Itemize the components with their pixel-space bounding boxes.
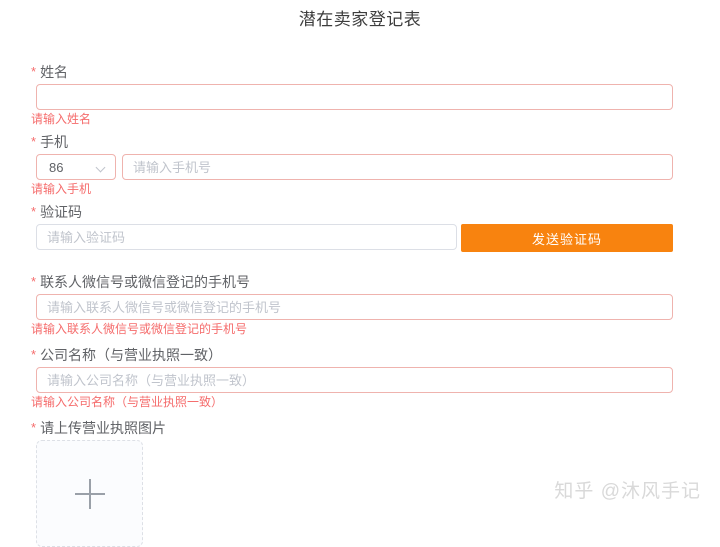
license-label-text: 请上传营业执照图片: [40, 420, 167, 436]
company-input[interactable]: [36, 367, 673, 393]
name-input[interactable]: [36, 84, 673, 110]
company-label-text: 公司名称（与营业执照一致）: [40, 347, 223, 363]
plus-icon: [74, 478, 105, 509]
required-marker: *: [31, 204, 37, 219]
phone-row: 86: [36, 154, 673, 180]
license-label: * 请上传营业执照图片: [31, 420, 673, 436]
country-code-select[interactable]: 86: [36, 154, 116, 180]
company-label: * 公司名称（与营业执照一致）: [31, 347, 673, 363]
wechat-input[interactable]: [36, 294, 673, 320]
name-label: * 姓名: [31, 64, 673, 80]
required-marker: *: [31, 347, 37, 362]
required-marker: *: [31, 64, 37, 79]
code-label-text: 验证码: [40, 204, 83, 220]
page-title: 潜在卖家登记表: [298, 10, 422, 29]
seller-registration-form: * 姓名 请输入姓名 * 手机 86 请输入手机 * 验证码 发送验证码 * 联…: [31, 57, 673, 547]
phone-error: 请输入手机: [31, 182, 92, 196]
phone-input[interactable]: [122, 154, 673, 180]
phone-label: * 手机: [31, 134, 673, 150]
code-label: * 验证码: [31, 204, 673, 220]
company-error: 请输入公司名称（与营业执照一致）: [31, 395, 224, 409]
code-row: 发送验证码: [36, 224, 673, 252]
wechat-label: * 联系人微信号或微信登记的手机号: [31, 274, 673, 290]
wechat-error: 请输入联系人微信号或微信登记的手机号: [31, 322, 248, 336]
required-marker: *: [31, 134, 37, 149]
wechat-label-text: 联系人微信号或微信登记的手机号: [40, 274, 251, 290]
phone-label-text: 手机: [40, 134, 69, 150]
watermark: 知乎 @沐风手记: [554, 481, 701, 502]
name-label-text: 姓名: [40, 64, 69, 80]
verification-code-input[interactable]: [36, 224, 457, 250]
country-code-value: 86: [49, 159, 64, 175]
required-marker: *: [31, 420, 37, 435]
required-marker: *: [31, 274, 37, 289]
license-upload-box[interactable]: [36, 440, 143, 547]
chevron-down-icon: [97, 163, 105, 171]
send-code-button[interactable]: 发送验证码: [461, 224, 673, 252]
name-error: 请输入姓名: [31, 112, 92, 126]
